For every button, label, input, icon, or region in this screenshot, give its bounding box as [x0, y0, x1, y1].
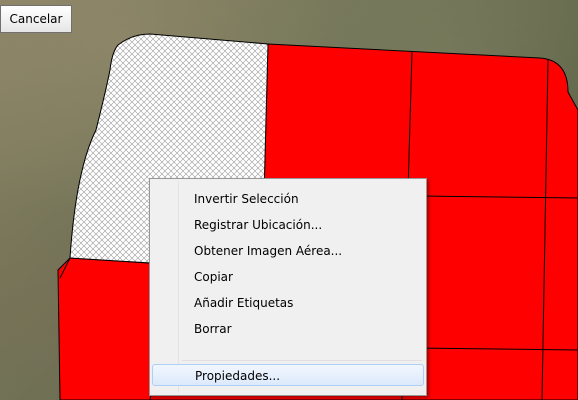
- menu-item-properties[interactable]: Propiedades...: [152, 364, 424, 386]
- menu-separator: [182, 360, 422, 361]
- menu-item-copy[interactable]: Copiar: [152, 266, 424, 288]
- menu-item-register-location[interactable]: Registrar Ubicación...: [152, 214, 424, 236]
- cancel-button[interactable]: Cancelar: [0, 5, 72, 33]
- menu-item-invert-selection[interactable]: Invertir Selección: [152, 188, 424, 210]
- menu-item-add-labels[interactable]: Añadir Etiquetas: [152, 292, 424, 314]
- context-menu[interactable]: Invertir Selección Registrar Ubicación..…: [149, 178, 427, 396]
- menu-item-get-aerial-image[interactable]: Obtener Imagen Aérea...: [152, 240, 424, 262]
- menu-item-delete[interactable]: Borrar: [152, 318, 424, 340]
